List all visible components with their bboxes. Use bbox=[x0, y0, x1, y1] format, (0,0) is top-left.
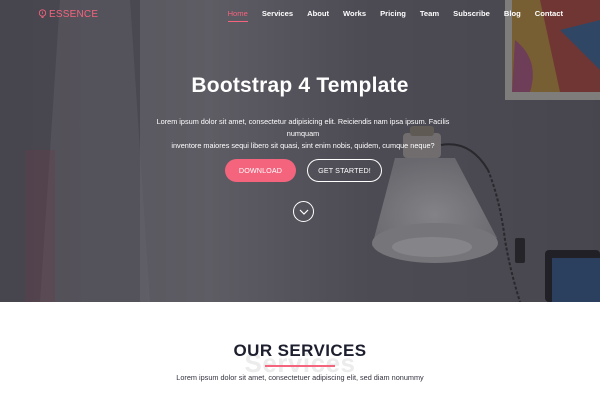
get-started-button[interactable]: GET STARTED! bbox=[307, 159, 382, 182]
download-button[interactable]: DOWNLOAD bbox=[225, 159, 296, 182]
chevron-down-icon bbox=[299, 209, 308, 215]
nav-item-blog[interactable]: Blog bbox=[497, 9, 528, 21]
nav-item-home[interactable]: Home bbox=[221, 9, 255, 22]
hero-description-line-1: Lorem ipsum dolor sit amet, consectetur … bbox=[156, 117, 450, 138]
nav-item-works[interactable]: Works bbox=[336, 9, 373, 21]
nav-item-contact[interactable]: Contact bbox=[528, 9, 570, 21]
nav-item-pricing[interactable]: Pricing bbox=[373, 9, 413, 21]
services-title: OUR SERVICES bbox=[233, 341, 367, 360]
hero-section: ESSENCE Home Services About Works Pricin… bbox=[0, 0, 600, 302]
hero-description-line-2: inventore maiores sequi libero sit quasi… bbox=[171, 141, 435, 150]
nav-item-services[interactable]: Services bbox=[255, 9, 300, 21]
nav-item-subscribe[interactable]: Subscribe bbox=[446, 9, 497, 21]
nav-item-team[interactable]: Team bbox=[413, 9, 446, 21]
bulb-icon bbox=[38, 9, 47, 19]
hero-title: Bootstrap 4 Template bbox=[191, 74, 409, 97]
services-subtitle: Lorem ipsum dolor sit amet, consectetuer… bbox=[176, 373, 424, 382]
hero-description: Lorem ipsum dolor sit amet, consectetur … bbox=[140, 116, 466, 152]
brand-name: ESSENCE bbox=[49, 8, 99, 20]
nav-item-about[interactable]: About bbox=[300, 9, 336, 21]
scroll-down-button[interactable] bbox=[293, 201, 314, 222]
services-title-underline bbox=[265, 365, 335, 367]
brand-logo[interactable]: ESSENCE bbox=[38, 8, 98, 20]
main-nav: Home Services About Works Pricing Team S… bbox=[221, 9, 570, 22]
